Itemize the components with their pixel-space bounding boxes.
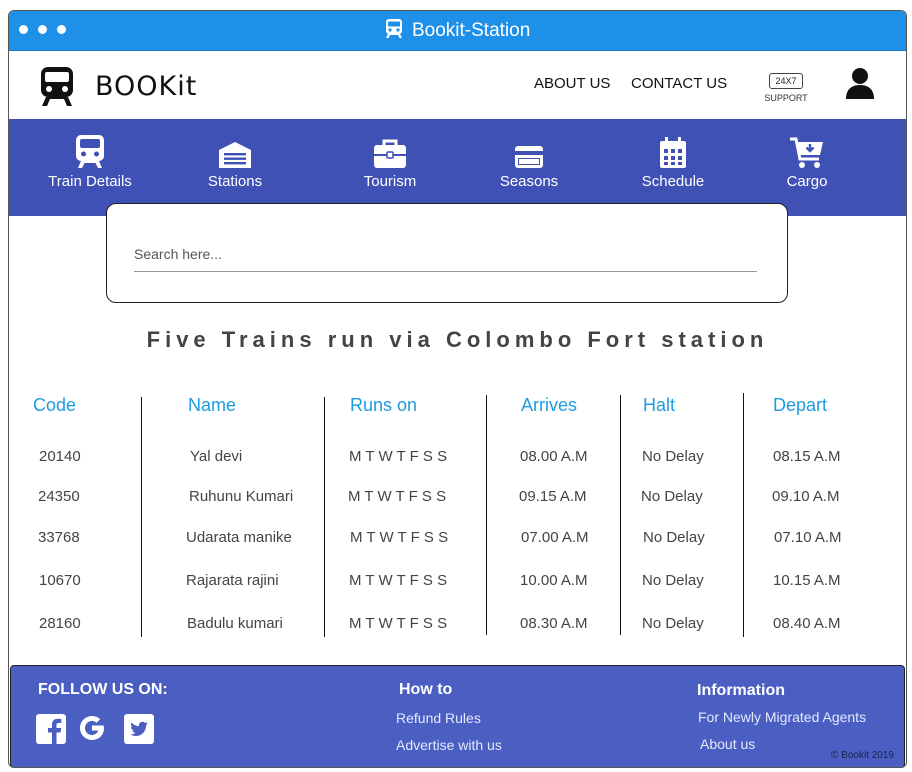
cart-icon — [790, 137, 823, 168]
menu-seasons[interactable]: Seasons — [469, 133, 589, 190]
column-header-arrives: Arrives — [521, 395, 578, 415]
support-badge: 24X7 — [769, 73, 803, 89]
table-cell-depart: 10.15 A.M — [773, 572, 841, 589]
table-cell-runs-on: M T W T F S S — [349, 448, 448, 465]
table-cell-depart: 08.40 A.M — [773, 615, 841, 632]
table-cell-depart: 09.10 A.M — [772, 488, 840, 505]
logo-text[interactable]: BOOKit — [95, 71, 197, 102]
station-icon — [219, 142, 251, 168]
title-bar: Bookit-Station — [9, 11, 906, 51]
column-header-runs-on: Runs on — [350, 395, 418, 415]
table-cell-depart: 08.15 A.M — [773, 448, 841, 465]
table-cell-arrives: 09.15 A.M — [519, 488, 587, 505]
menu-label: Cargo — [786, 173, 828, 190]
column-divider — [743, 393, 744, 637]
menu-label: Stations — [207, 173, 263, 190]
train-icon — [76, 135, 104, 168]
table-cell-name: Udarata manike — [186, 529, 292, 546]
menu-cargo[interactable]: Cargo — [747, 133, 867, 190]
nav-about-us[interactable]: ABOUT US — [534, 75, 610, 92]
table-cell-code: 28160 — [39, 615, 81, 632]
link-about-us[interactable]: About us — [700, 736, 755, 752]
table-cell-code: 24350 — [38, 488, 80, 505]
site-header: BOOKit ABOUT US CONTACT US 24X7 SUPPORT — [9, 51, 906, 119]
support-block[interactable]: 24X7 SUPPORT — [763, 71, 809, 103]
trains-table: Code Name Runs on Arrives Halt Depart 20… — [9, 391, 906, 641]
table-cell-name: Ruhunu Kumari — [189, 488, 294, 505]
table-cell-halt: No Delay — [641, 488, 703, 505]
table-cell-runs-on: M T W T F S S — [348, 488, 447, 505]
link-migrated-agents[interactable]: For Newly Migrated Agents — [698, 709, 866, 725]
table-cell-arrives: 08.30 A.M — [520, 615, 588, 632]
menu-stations[interactable]: Stations — [175, 133, 295, 190]
column-divider — [486, 395, 487, 635]
column-header-code: Code — [33, 395, 77, 415]
main-menu: Train Details Stations Tourism Seasons S… — [9, 119, 906, 216]
table-cell-name: Yal devi — [190, 448, 243, 465]
facebook-icon[interactable] — [36, 714, 66, 744]
table-cell-code: 10670 — [39, 572, 81, 589]
table-cell-runs-on: M T W T F S S — [349, 615, 448, 632]
table-cell-name: Rajarata rajini — [186, 572, 279, 589]
table-cell-code: 33768 — [38, 529, 80, 546]
column-header-depart: Depart — [773, 395, 828, 415]
nav-contact-us[interactable]: CONTACT US — [631, 75, 727, 92]
table-cell-runs-on: M T W T F S S — [350, 529, 449, 546]
train-logo-icon[interactable] — [40, 67, 74, 107]
train-icon — [385, 19, 402, 38]
calendar-icon — [660, 137, 686, 168]
window-title-wrap: Bookit-Station — [9, 19, 906, 42]
follow-us-heading: FOLLOW US ON: — [38, 681, 168, 698]
copyright: © Bookit 2019 — [831, 750, 894, 761]
window-title: Bookit-Station — [411, 20, 531, 41]
user-icon[interactable] — [845, 67, 875, 99]
search-box — [106, 203, 788, 303]
table-cell-arrives: 08.00 A.M — [520, 448, 588, 465]
menu-schedule[interactable]: Schedule — [613, 133, 733, 190]
column-divider — [324, 397, 325, 637]
table-cell-runs-on: M T W T F S S — [349, 572, 448, 589]
app-window: Bookit-Station BOOKit ABOUT US CONTACT U… — [8, 10, 907, 768]
page-heading: Five Trains run via Colombo Fort station — [146, 327, 769, 352]
table-cell-halt: No Delay — [643, 529, 705, 546]
column-header-halt: Halt — [643, 395, 676, 415]
briefcase-icon — [374, 139, 406, 168]
menu-tourism[interactable]: Tourism — [330, 133, 450, 190]
support-label: SUPPORT — [764, 93, 808, 103]
search-input[interactable] — [134, 236, 757, 272]
card-icon — [515, 146, 543, 168]
column-header-name: Name — [188, 395, 237, 415]
site-footer: FOLLOW US ON: How to Refund Rules Advert… — [10, 665, 905, 767]
howto-heading: How to — [399, 681, 453, 698]
google-icon[interactable] — [76, 712, 108, 744]
table-cell-arrives: 10.00 A.M — [520, 572, 588, 589]
table-cell-halt: No Delay — [642, 615, 704, 632]
information-heading: Information — [697, 682, 785, 699]
table-cell-depart: 07.10 A.M — [774, 529, 842, 546]
column-divider — [141, 397, 142, 637]
menu-label: Schedule — [641, 173, 705, 190]
menu-train-details[interactable]: Train Details — [30, 133, 150, 190]
menu-label: Tourism — [363, 173, 417, 190]
twitter-icon[interactable] — [124, 714, 154, 744]
table-cell-code: 20140 — [39, 448, 81, 465]
column-divider — [620, 395, 621, 635]
menu-label: Seasons — [499, 173, 559, 190]
table-cell-halt: No Delay — [642, 448, 704, 465]
table-cell-arrives: 07.00 A.M — [521, 529, 589, 546]
link-refund-rules[interactable]: Refund Rules — [396, 710, 481, 726]
link-advertise[interactable]: Advertise with us — [396, 737, 502, 753]
table-cell-halt: No Delay — [642, 572, 704, 589]
menu-label: Train Details — [48, 173, 132, 190]
table-cell-name: Badulu kumari — [187, 615, 283, 632]
